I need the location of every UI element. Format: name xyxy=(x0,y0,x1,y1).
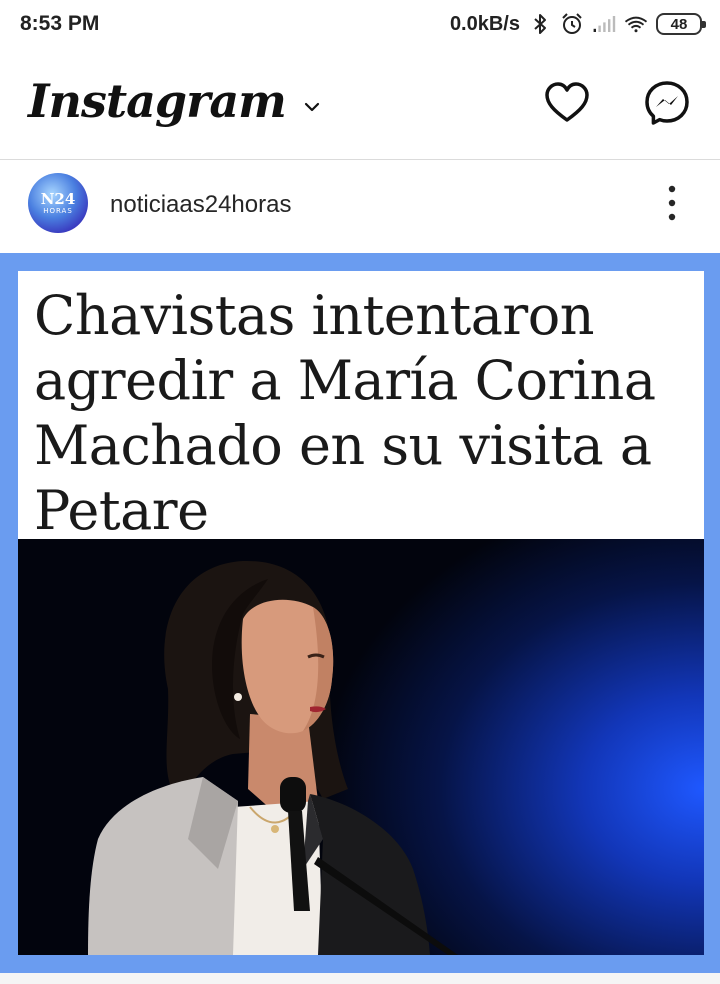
alarm-icon xyxy=(562,13,582,34)
wifi-icon xyxy=(624,16,648,33)
battery-level: 48 xyxy=(670,15,688,33)
header-actions xyxy=(542,78,692,128)
avatar-subtext: HORAS xyxy=(43,207,73,215)
post-image[interactable]: Chavistas intentaron agredir a María Cor… xyxy=(0,253,720,973)
feed-divider xyxy=(0,973,720,984)
heart-icon xyxy=(545,82,589,122)
account-switcher[interactable]: Instagram xyxy=(28,74,324,128)
post-username[interactable]: noticiaas24horas xyxy=(110,191,291,219)
network-speed: 0.0kB/s xyxy=(449,12,520,35)
status-indicators: 0.0kB/s 48 xyxy=(449,10,706,38)
more-vertical-icon xyxy=(668,185,676,221)
instagram-logo: Instagram xyxy=(28,74,287,128)
messenger-icon xyxy=(645,81,689,125)
chevron-down-icon xyxy=(304,102,319,112)
signal-icon xyxy=(593,16,616,32)
more-options-button[interactable] xyxy=(652,183,692,223)
messages-button[interactable] xyxy=(642,78,692,128)
status-bar: 8:53 PM 0.0kB/s 48 xyxy=(0,0,720,50)
woman-at-podium-illustration xyxy=(88,560,458,955)
battery-icon: 48 xyxy=(656,13,706,35)
avatar-text: N24 xyxy=(40,190,76,208)
app-header: Instagram xyxy=(0,50,720,160)
activity-button[interactable] xyxy=(542,78,592,128)
headline-panel: Chavistas intentaron agredir a María Cor… xyxy=(18,271,704,542)
bluetooth-icon xyxy=(534,14,546,34)
avatar[interactable]: N24 HORAS xyxy=(28,173,88,233)
news-photo xyxy=(18,539,704,955)
post-headline: Chavistas intentaron agredir a María Cor… xyxy=(34,284,656,542)
post-header: N24 HORAS noticiaas24horas xyxy=(0,161,720,253)
status-time: 8:53 PM xyxy=(20,12,100,35)
